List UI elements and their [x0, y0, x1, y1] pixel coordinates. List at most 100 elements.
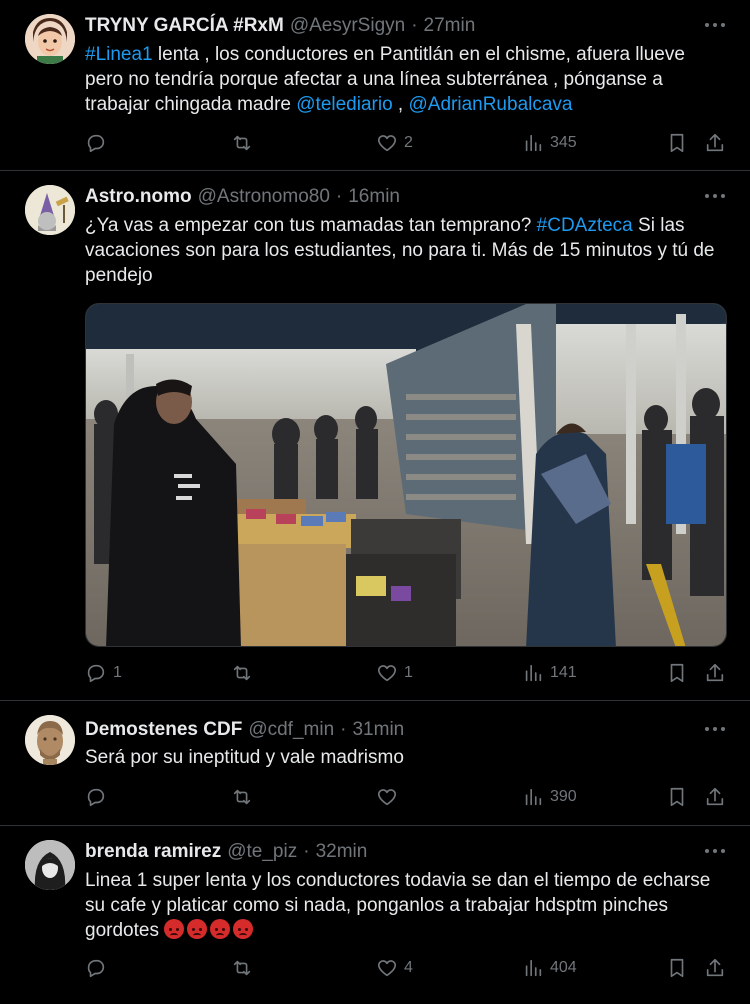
bookmark-icon	[670, 133, 684, 153]
hashtag-link[interactable]: #Linea1	[85, 44, 153, 65]
share-button[interactable]	[704, 659, 726, 687]
tweet-header: TRYNY GARCÍA #RxM @AesyrSigyn · 27min	[85, 14, 475, 38]
timestamp[interactable]: 32min	[316, 841, 368, 863]
avatar[interactable]	[25, 840, 75, 890]
tweet-header: Demostenes CDF @cdf_min · 31min	[85, 718, 404, 742]
retweet-button[interactable]	[231, 954, 259, 982]
retweet-button[interactable]	[231, 659, 259, 687]
reply-icon	[87, 788, 105, 807]
like-count: 1	[404, 664, 413, 681]
display-name[interactable]: Astro.nomo	[85, 186, 192, 208]
more-icon[interactable]	[704, 20, 726, 30]
like-count: 2	[404, 134, 413, 151]
timestamp[interactable]: 27min	[424, 15, 476, 37]
reply-icon	[87, 959, 105, 978]
views-icon	[525, 788, 542, 806]
angry-emoji-icon	[164, 919, 185, 939]
angry-emoji-icon	[233, 919, 254, 939]
hashtag-link[interactable]: #CDAzteca	[537, 215, 633, 236]
more-icon[interactable]	[704, 846, 726, 856]
tweet-text: Linea 1 super lenta y los conductores to…	[85, 868, 725, 943]
bookmark-button[interactable]	[666, 659, 688, 687]
text-segment: ,	[392, 94, 409, 115]
tweet-text: Será por su ineptitud y vale madrismo	[85, 747, 404, 768]
like-icon	[377, 960, 397, 977]
reply-button[interactable]	[85, 129, 113, 157]
handle[interactable]: @AesyrSigyn	[290, 15, 405, 37]
views-count: 345	[550, 134, 577, 151]
reply-button[interactable]: 1	[85, 659, 122, 687]
views-count: 141	[550, 664, 577, 681]
mention-link[interactable]: @AdrianRubalcava	[409, 94, 573, 115]
display-name[interactable]: Demostenes CDF	[85, 719, 242, 741]
angry-emoji-icon	[210, 919, 231, 939]
mention-link[interactable]: @telediario	[296, 94, 392, 115]
timestamp[interactable]: 16min	[348, 186, 400, 208]
display-name[interactable]: brenda ramirez	[85, 841, 221, 863]
share-icon	[706, 663, 724, 682]
views-button[interactable]: 141	[522, 659, 577, 687]
avatar[interactable]	[25, 14, 75, 64]
tweet[interactable]: TRYNY GARCÍA #RxM @AesyrSigyn · 27min #L…	[0, 0, 750, 171]
separator-dot: ·	[335, 186, 343, 207]
like-count: 4	[404, 959, 413, 976]
views-button[interactable]: 404	[522, 954, 577, 982]
separator-dot: ·	[411, 15, 418, 36]
views-button[interactable]: 345	[522, 129, 577, 157]
display-name[interactable]: TRYNY GARCÍA #RxM	[85, 15, 284, 37]
bookmark-button[interactable]	[666, 783, 688, 811]
tweet-header: brenda ramirez @te_piz · 32min	[85, 840, 367, 864]
views-icon	[525, 134, 542, 152]
tweet-photo[interactable]	[85, 303, 727, 647]
handle[interactable]: @te_piz	[227, 841, 297, 863]
like-button[interactable]: 1	[376, 659, 413, 687]
views-count: 390	[550, 788, 577, 805]
share-icon	[706, 958, 724, 977]
avatar[interactable]	[25, 715, 75, 765]
bookmark-icon	[670, 958, 684, 978]
separator-dot: ·	[303, 841, 310, 862]
retweet-icon	[233, 960, 251, 976]
share-icon	[706, 787, 724, 806]
reply-button[interactable]	[85, 954, 113, 982]
bookmark-icon	[670, 663, 684, 683]
action-bar: 2 345	[85, 129, 730, 157]
share-button[interactable]	[704, 129, 726, 157]
like-icon	[377, 789, 397, 806]
share-button[interactable]	[704, 783, 726, 811]
reply-count: 1	[113, 664, 122, 681]
more-icon[interactable]	[704, 724, 726, 734]
handle[interactable]: @cdf_min	[248, 719, 334, 741]
action-bar: 1 1 141	[85, 659, 730, 687]
tweet[interactable]: Astro.nomo @Astronomo80 · 16min ¿Ya vas …	[0, 171, 750, 701]
tweet[interactable]: brenda ramirez @te_piz · 32min Linea 1 s…	[0, 826, 750, 1004]
tweet[interactable]: Demostenes CDF @cdf_min · 31min Será por…	[0, 701, 750, 826]
views-icon	[525, 959, 542, 977]
tweet-text: ¿Ya vas a empezar con tus mamadas tan te…	[85, 213, 725, 288]
bookmark-icon	[670, 787, 684, 807]
tweet-header: Astro.nomo @Astronomo80 · 16min	[85, 185, 400, 209]
views-icon	[525, 664, 542, 682]
handle[interactable]: @Astronomo80	[198, 186, 330, 208]
retweet-icon	[233, 135, 251, 151]
views-count: 404	[550, 959, 577, 976]
bookmark-button[interactable]	[666, 129, 688, 157]
like-button[interactable]: 4	[376, 954, 413, 982]
tweet-text: #Linea1 lenta , los conductores en Panti…	[85, 42, 725, 117]
like-button[interactable]	[376, 783, 404, 811]
retweet-button[interactable]	[231, 783, 259, 811]
action-bar: 390	[85, 783, 730, 811]
more-icon[interactable]	[704, 191, 726, 201]
reply-icon	[87, 134, 105, 153]
share-button[interactable]	[704, 954, 726, 982]
reply-icon	[87, 664, 105, 683]
views-button[interactable]: 390	[522, 783, 577, 811]
timestamp[interactable]: 31min	[352, 719, 404, 741]
bookmark-button[interactable]	[666, 954, 688, 982]
avatar[interactable]	[25, 185, 75, 235]
separator-dot: ·	[340, 719, 347, 740]
retweet-button[interactable]	[231, 129, 259, 157]
reply-button[interactable]	[85, 783, 113, 811]
like-button[interactable]: 2	[376, 129, 413, 157]
like-icon	[377, 135, 397, 152]
